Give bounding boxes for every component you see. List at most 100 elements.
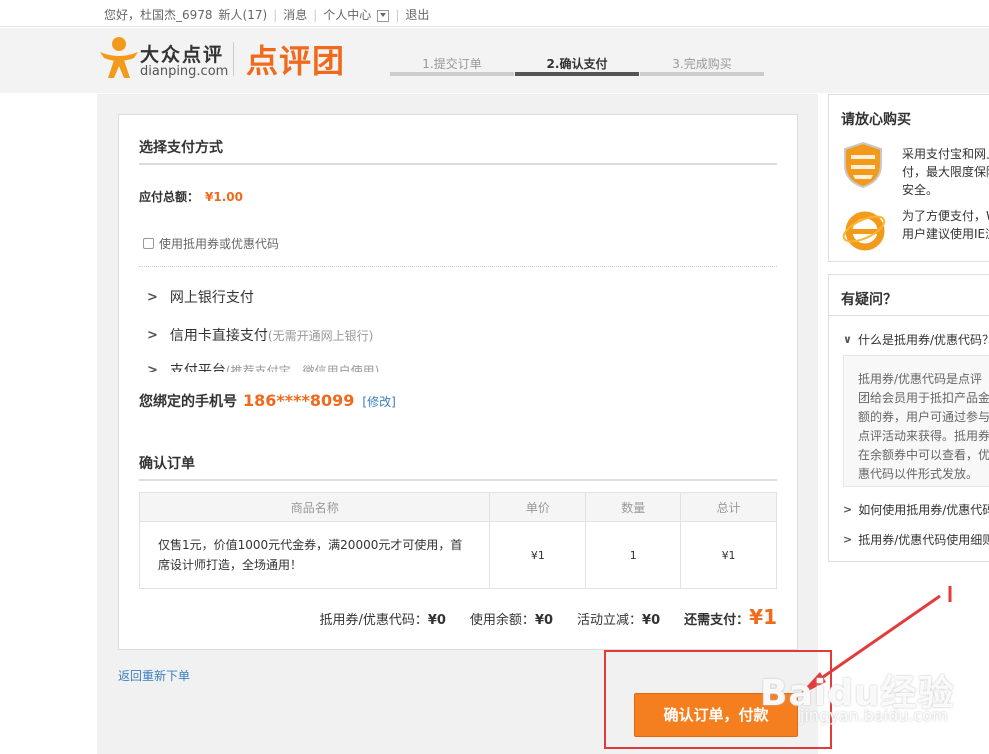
edit-phone-link[interactable]: [修改]: [362, 393, 395, 410]
logo-text-cn[interactable]: 大众点评: [140, 40, 224, 67]
col-unit-price: 单价: [489, 492, 587, 522]
chevron-down-icon: ∨: [843, 333, 852, 346]
divider: |: [273, 7, 278, 22]
step-confirm-payment: 2.确认支付: [546, 57, 608, 71]
chevron-right-icon: >: [147, 327, 158, 343]
amount-due-value: ¥1: [749, 605, 777, 629]
safe-purchase-panel: 请放心购买 采用支付宝和网上 付，最大限度保障 安全。 为了方便支付，W 用户建…: [828, 94, 989, 262]
phone-label: 您绑定的手机号: [139, 394, 237, 410]
safe-text-alipay: 采用支付宝和网上 付，最大限度保障 安全。: [902, 145, 989, 199]
shield-icon: [844, 141, 882, 189]
phone-number: 186****8099: [243, 391, 355, 410]
faq-item-rules[interactable]: > 抵用券/优惠代码使用细则: [843, 531, 989, 548]
profile-link[interactable]: 个人中心: [323, 6, 371, 23]
coupon-label[interactable]: 使用抵用券或优惠代码: [159, 235, 279, 252]
balance-used: 使用余额：¥0: [470, 609, 553, 628]
section-divider: [139, 479, 777, 481]
order-table-header: 商品名称 单价 数量 总计: [138, 492, 777, 522]
pay-method-label[interactable]: 信用卡直接支付: [170, 325, 268, 345]
divider: |: [395, 7, 400, 22]
total-amount-row: 应付总额： ¥1.00: [139, 188, 243, 205]
step-bar: [640, 72, 764, 76]
product-name: 仅售1元，价值1000元代金券，满20000元才可使用，首席设计师打造，全场通用…: [138, 521, 491, 589]
chevron-right-icon: >: [843, 533, 853, 546]
faq-title: 有疑问？: [841, 292, 897, 308]
order-summary: 抵用券/优惠代码：¥0 使用余额：¥0 活动立减：¥0 还需支付：¥1: [295, 605, 777, 629]
total-label: 应付总额：: [139, 190, 200, 204]
order-table: 商品名称 单价 数量 总计 仅售1元，价值1000元代金券，满20000元才可使…: [138, 492, 777, 589]
logout-link[interactable]: 退出: [405, 6, 429, 23]
new-people-link[interactable]: 新人(17): [219, 6, 268, 23]
dotted-divider: [139, 266, 777, 267]
section-divider: [139, 163, 777, 165]
row-total: ¥1: [680, 521, 777, 589]
col-total: 总计: [680, 492, 777, 522]
unit-price: ¥1: [489, 521, 587, 589]
pay-method-clip: > 支付平台 (推荐支付宝、微信用户使用): [119, 358, 797, 373]
table-row: 仅售1元，价值1000元代金券，满20000元才可使用，首席设计师打造，全场通用…: [138, 521, 777, 589]
site-header: 大众点评 dianping.com 点评团 1.提交订单 2.确认支付 3.完成…: [0, 28, 989, 93]
safe-text-line: 安全。: [902, 183, 939, 197]
coupon-discount-label: 抵用券/优惠代码：: [319, 613, 428, 628]
faq-answer-text: 抵用券/优惠代码是点评团给会员用于抵扣产品金额的券，用户可通过参与点评活动来获得…: [858, 372, 989, 481]
safe-purchase-title: 请放心购买: [841, 112, 911, 128]
faq-item-what[interactable]: ∨ 什么是抵用券/优惠代码？: [843, 331, 989, 348]
pay-method-label[interactable]: 网上银行支付: [170, 287, 254, 307]
promo-value: ¥0: [642, 613, 661, 628]
faq-item-label[interactable]: 抵用券/优惠代码使用细则: [858, 531, 989, 548]
faq-item-how[interactable]: > 如何使用抵用券/优惠代码？: [843, 501, 989, 518]
chevron-right-icon: >: [147, 362, 158, 373]
col-quantity: 数量: [585, 492, 682, 522]
balance-value: ¥0: [534, 613, 554, 628]
step-complete-purchase: 3.完成购买: [672, 57, 732, 71]
chevron-right-icon: >: [147, 289, 158, 305]
faq-panel: 有疑问？ ∨ 什么是抵用券/优惠代码？ 抵用券/优惠代码是点评团给会员用于抵扣产…: [828, 274, 989, 562]
total-amount: ¥1.00: [205, 190, 243, 204]
safe-text-line: 为了方便支付，W: [902, 209, 989, 223]
balance-label: 使用余额：: [469, 613, 535, 628]
logo-divider: [233, 42, 234, 76]
top-bar: 您好，杜国杰_6978 新人(17) | 消息 | 个人中心 | 退出: [0, 0, 989, 27]
coupon-discount: 抵用券/优惠代码：¥0: [319, 609, 445, 628]
logo-tuan[interactable]: 点评团: [246, 36, 345, 82]
chevron-down-icon[interactable]: [377, 9, 390, 22]
faq-answer-box: 抵用券/优惠代码是点评团给会员用于抵扣产品金额的券，用户可通过参与点评活动来获得…: [843, 355, 989, 487]
messages-link[interactable]: 消息: [283, 6, 307, 23]
col-product-name: 商品名称: [138, 492, 491, 522]
step-submit-order: 1.提交订单: [422, 57, 482, 71]
payment-card: 选择支付方式 应付总额： ¥1.00 使用抵用券或优惠代码 > 网上银行支付 > …: [118, 114, 798, 650]
confirm-order-title: 确认订单: [139, 456, 195, 472]
faq-item-label[interactable]: 什么是抵用券/优惠代码？: [858, 331, 989, 348]
quantity: 1: [585, 521, 682, 589]
bound-phone-row: 您绑定的手机号 186****8099 [修改]: [139, 391, 396, 411]
amount-due-label: 还需支付：: [684, 613, 750, 628]
pay-method-note: (推荐支付宝、微信用户使用): [225, 363, 380, 373]
amount-due: 还需支付：¥1: [684, 605, 777, 629]
coupon-checkbox[interactable]: [143, 238, 154, 249]
pay-method-note: (无需开通网上银行): [267, 328, 374, 343]
logo-text-en[interactable]: dianping.com: [140, 64, 228, 79]
coupon-discount-value: ¥0: [427, 613, 446, 628]
user-links: 您好，杜国杰_6978 新人(17) | 消息 | 个人中心 | 退出: [104, 6, 429, 23]
pay-method-platform[interactable]: > 支付平台 (推荐支付宝、微信用户使用): [147, 360, 380, 373]
pay-method-label[interactable]: 支付平台: [170, 360, 226, 372]
baidu-watermark-url: jingyan.baidu.com: [800, 706, 948, 725]
checkout-steps: 1.提交订单 2.确认支付 3.完成购买: [390, 55, 764, 77]
step-bar-active: [515, 72, 639, 76]
payment-method-title: 选择支付方式: [139, 140, 223, 156]
pay-method-credit-card[interactable]: > 信用卡直接支付 (无需开通网上银行): [147, 325, 373, 345]
dianping-person-icon[interactable]: [98, 36, 140, 80]
safe-text-browser: 为了方便支付，W 用户建议使用IE浏: [902, 207, 989, 243]
promo-discount: 活动立减：¥0: [577, 609, 660, 628]
greeting: 您好，杜国杰_6978: [104, 8, 213, 22]
pay-method-netbank[interactable]: > 网上银行支付: [147, 287, 254, 307]
chevron-right-icon: >: [843, 503, 853, 516]
back-reorder-link[interactable]: 返回重新下单: [118, 667, 190, 684]
ie-browser-icon: [842, 211, 886, 251]
faq-item-label[interactable]: 如何使用抵用券/优惠代码？: [858, 501, 989, 518]
faq-divider: [829, 315, 989, 316]
safe-text-line: 用户建议使用IE浏: [902, 227, 989, 241]
safe-text-line: 采用支付宝和网上: [902, 147, 989, 161]
promo-label: 活动立减：: [577, 613, 643, 628]
coupon-option[interactable]: 使用抵用券或优惠代码: [143, 235, 279, 252]
